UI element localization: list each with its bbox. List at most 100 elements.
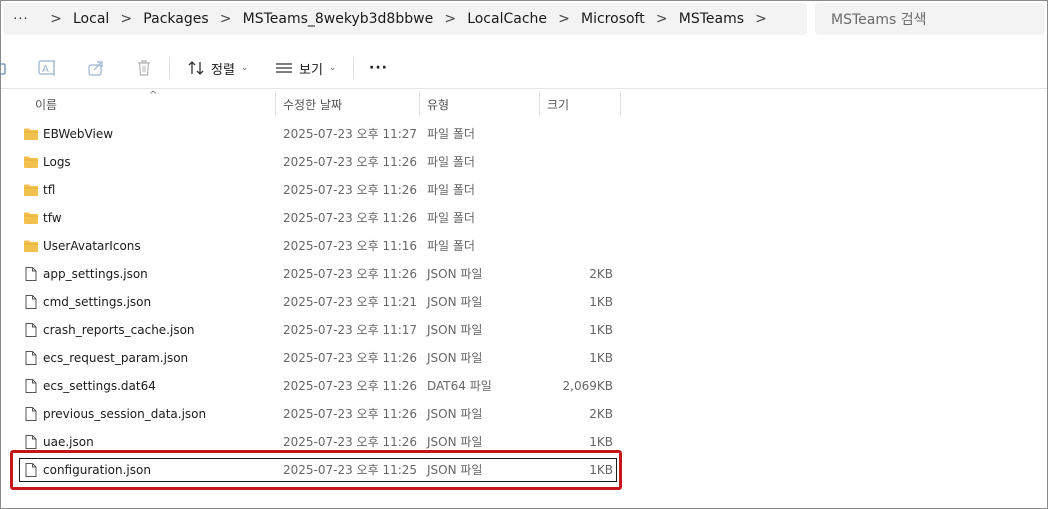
breadcrumb-packages[interactable]: Packages [143, 11, 208, 27]
file-date: 2025-07-23 오후 11:26 [283, 379, 418, 393]
file-row[interactable]: cmd_settings.json 2025-07-23 오후 11:21 JSON… [1, 288, 1047, 316]
toolbar-divider [169, 57, 170, 79]
breadcrumb-msteams[interactable]: MSTeams [679, 11, 744, 27]
file-type: 파일 폴더 [427, 211, 475, 225]
view-icon [276, 63, 292, 73]
file-name: tfw [43, 211, 62, 225]
file-row[interactable]: app_settings.json 2025-07-23 오후 11:26 JSON… [1, 260, 1047, 288]
view-button[interactable]: 보기 ⌄ [275, 47, 336, 89]
file-row[interactable]: crash_reports_cache.json 2025-07-23 오후 11… [1, 316, 1047, 344]
chevron-right-icon[interactable]: > [433, 11, 467, 27]
file-name: cmd_settings.json [43, 295, 152, 309]
file-icon [25, 267, 37, 281]
file-type: JSON 파일 [427, 407, 483, 421]
chevron-right-icon[interactable]: > [547, 11, 581, 27]
file-icon [25, 407, 37, 421]
breadcrumb-msteams-package[interactable]: MSTeams_8wekyb3d8bbwe [243, 11, 434, 27]
file-type: 파일 폴더 [427, 239, 475, 253]
folder-icon [24, 184, 38, 196]
file-date: 2025-07-23 오후 11:16 [283, 239, 418, 253]
chevron-right-icon[interactable]: > [209, 11, 243, 27]
file-name: crash_reports_cache.json [43, 323, 195, 337]
folder-icon [24, 128, 38, 140]
file-row[interactable]: tfw 2025-07-23 오후 11:26 파일 폴더 [1, 204, 1047, 232]
file-type: JSON 파일 [427, 295, 483, 309]
folder-icon [24, 212, 38, 224]
svg-text:A: A [42, 64, 49, 75]
file-type: 파일 폴더 [427, 155, 475, 169]
column-size[interactable]: 크기 [547, 91, 569, 117]
column-date[interactable]: 수정한 날짜 [283, 91, 342, 117]
file-date: 2025-07-23 오후 11:26 [283, 407, 418, 421]
sort-icon [188, 61, 204, 75]
file-row[interactable]: UserAvatarIcons 2025-07-23 오후 11:16 파일 폴더 [1, 232, 1047, 260]
delete-button[interactable] [135, 47, 153, 89]
file-name: ecs_settings.dat64 [43, 379, 156, 393]
file-icon [25, 351, 37, 365]
file-row[interactable]: ecs_request_param.json 2025-07-23 오후 11:2… [1, 344, 1047, 372]
share-button[interactable] [87, 47, 105, 89]
toolbar-divider [353, 57, 354, 79]
file-size [541, 176, 613, 204]
file-size [541, 120, 613, 148]
column-divider[interactable] [620, 91, 621, 117]
column-divider[interactable] [275, 91, 276, 117]
file-name: ecs_request_param.json [43, 351, 189, 365]
breadcrumb-local[interactable]: Local [73, 11, 109, 27]
folder-icon [24, 156, 38, 168]
chevron-right-icon[interactable]: > [39, 11, 73, 27]
file-row[interactable]: ecs_settings.dat64 2025-07-23 오후 11:26 DAT… [1, 372, 1047, 400]
column-name[interactable]: 이름 [35, 91, 57, 117]
file-row[interactable]: Logs 2025-07-23 오후 11:26 파일 폴더 [1, 148, 1047, 176]
file-type: 파일 폴더 [427, 183, 475, 197]
column-divider[interactable] [539, 91, 540, 117]
file-name: EBWebView [43, 127, 114, 141]
column-header: 이름 ^ 수정한 날짜 유형 크기 [1, 90, 621, 117]
file-size [541, 204, 613, 232]
file-icon [25, 323, 37, 337]
more-button[interactable]: ··· [369, 47, 388, 89]
more-icon: ··· [369, 60, 388, 76]
sort-button[interactable]: 정렬 ⌄ [187, 47, 248, 89]
rename-icon: A [38, 60, 55, 76]
file-date: 2025-07-23 오후 11:26 [283, 351, 418, 365]
sort-label: 정렬 [211, 62, 235, 78]
file-size: 2KB [589, 267, 613, 281]
new-button[interactable] [0, 47, 9, 89]
file-type: 파일 폴더 [427, 127, 475, 141]
chevron-right-icon[interactable]: > [744, 11, 778, 27]
file-date: 2025-07-23 오후 11:26 [283, 267, 418, 281]
file-name: Logs [43, 155, 71, 169]
file-size: 1KB [589, 323, 613, 337]
search-input[interactable]: MSTeams 검색 [815, 3, 1045, 35]
highlight-box [10, 450, 622, 490]
file-row[interactable]: EBWebView 2025-07-23 오후 11:27 파일 폴더 [1, 120, 1047, 148]
explorer-window: ··· > Local > Packages > MSTeams_8wekyb3… [0, 0, 1048, 509]
sort-ascending-icon: ^ [149, 90, 158, 101]
file-name: previous_session_data.json [43, 407, 207, 421]
file-date: 2025-07-23 오후 11:26 [283, 183, 418, 197]
delete-icon [138, 60, 150, 76]
breadcrumb-localcache[interactable]: LocalCache [467, 11, 547, 27]
chevron-right-icon[interactable]: > [109, 11, 143, 27]
rename-button[interactable]: A [38, 47, 58, 89]
address-bar[interactable]: ··· > Local > Packages > MSTeams_8wekyb3… [3, 3, 807, 35]
file-name: UserAvatarIcons [43, 239, 141, 253]
file-icon [25, 295, 37, 309]
view-label: 보기 [299, 62, 323, 78]
folder-icon [24, 240, 38, 252]
chevron-down-icon: ⌄ [328, 63, 337, 73]
file-date: 2025-07-23 오후 11:26 [283, 211, 418, 225]
file-row[interactable]: tfl 2025-07-23 오후 11:26 파일 폴더 [1, 176, 1047, 204]
breadcrumb-microsoft[interactable]: Microsoft [581, 11, 645, 27]
column-type[interactable]: 유형 [427, 91, 449, 117]
file-type: JSON 파일 [427, 323, 483, 337]
column-divider[interactable] [419, 91, 420, 117]
chevron-right-icon[interactable]: > [645, 11, 679, 27]
file-type: DAT64 파일 [427, 379, 492, 393]
address-more-button[interactable]: ··· [3, 12, 39, 27]
file-date: 2025-07-23 오후 11:27 [283, 127, 418, 141]
new-icon [0, 63, 6, 75]
file-row[interactable]: previous_session_data.json 2025-07-23 오후 … [1, 400, 1047, 428]
file-size [541, 232, 613, 260]
